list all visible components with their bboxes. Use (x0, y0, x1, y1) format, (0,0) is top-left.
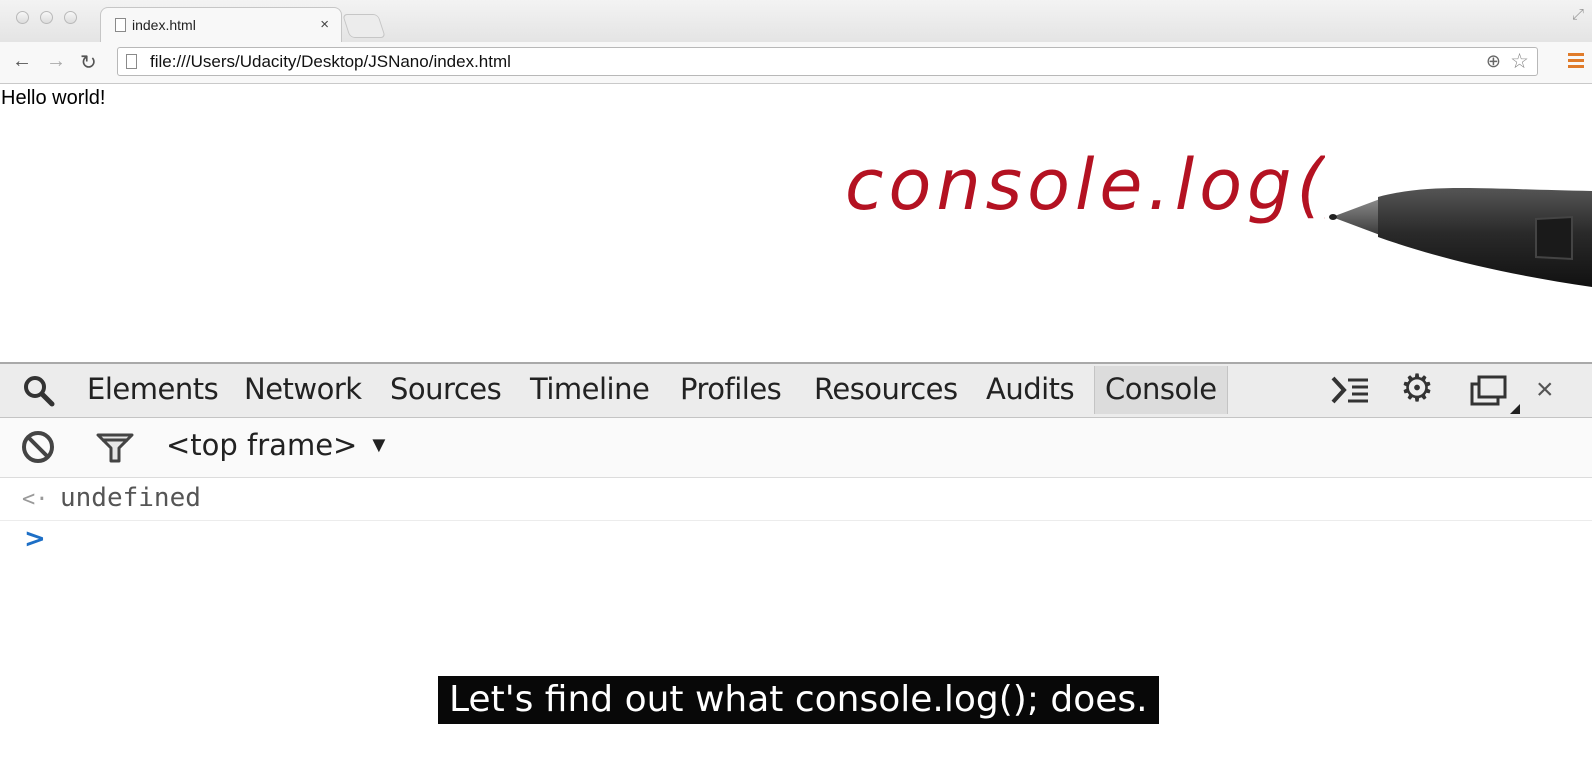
result-arrow-icon: <· (22, 487, 49, 512)
browser-toolbar: ← → ↻ file:///Users/Udacity/Desktop/JSNa… (0, 42, 1592, 84)
tab-audits[interactable]: Audits (986, 372, 1075, 406)
stylus-pen-image (1329, 188, 1592, 287)
tab-timeline[interactable]: Timeline (530, 372, 650, 406)
console-prompt[interactable]: > (24, 524, 46, 554)
browser-menu-icon[interactable] (1568, 53, 1584, 71)
back-button[interactable]: ← (12, 50, 32, 73)
browser-tab[interactable]: index.html × (100, 7, 342, 42)
page-body-text: Hello world! (1, 87, 106, 109)
minimize-window-button[interactable] (40, 11, 53, 24)
address-bar[interactable]: file:///Users/Udacity/Desktop/JSNano/ind… (117, 47, 1538, 76)
tab-resources[interactable]: Resources (814, 372, 958, 406)
new-tab-button[interactable] (342, 14, 386, 38)
handwritten-text: console.log(); (845, 144, 1325, 226)
gear-icon[interactable]: ⚙ (1400, 366, 1434, 411)
zoom-icon[interactable]: ⊕ (1486, 51, 1501, 72)
search-icon[interactable] (22, 374, 56, 408)
url-text[interactable]: file:///Users/Udacity/Desktop/JSNano/ind… (150, 52, 511, 72)
console-result-value: undefined (60, 483, 201, 513)
zoom-window-button[interactable] (64, 11, 77, 24)
document-icon (115, 18, 126, 32)
fullscreen-icon[interactable]: ⤢ (1572, 6, 1584, 23)
video-caption: Let's find out what console.log(); does. (438, 676, 1159, 724)
tab-sources[interactable]: Sources (390, 372, 502, 406)
tab-profiles[interactable]: Profiles (680, 372, 782, 406)
close-devtools-button[interactable]: × (1536, 373, 1554, 407)
tab-close-button[interactable]: × (320, 16, 329, 33)
close-window-button[interactable] (16, 11, 29, 24)
handwritten-annotation: console.log(); (845, 144, 1325, 226)
page-icon (126, 54, 137, 69)
bookmark-star-icon[interactable]: ☆ (1510, 49, 1529, 74)
console-message: <· undefined (0, 478, 1592, 521)
tab-title: index.html (132, 17, 196, 33)
clear-console-icon[interactable] (22, 431, 54, 463)
devtools-tab-bar: Elements Network Sources Timeline Profil… (0, 362, 1592, 418)
tab-console[interactable]: Console (1094, 366, 1228, 414)
frame-selector[interactable]: <top frame> (166, 428, 357, 462)
page-viewport: Hello world! console.log(); (0, 84, 1592, 362)
forward-button[interactable]: → (46, 50, 66, 73)
console-drawer-icon[interactable] (1330, 374, 1370, 406)
reload-button[interactable]: ↻ (80, 50, 97, 75)
chevron-down-icon[interactable]: ▼ (368, 432, 390, 458)
tab-strip: index.html × ⤢ (0, 0, 1592, 42)
tab-network[interactable]: Network (244, 372, 362, 406)
filter-icon[interactable] (96, 432, 134, 464)
console-toolbar: <top frame> ▼ (0, 418, 1592, 478)
dock-icon[interactable] (1470, 374, 1524, 416)
tab-elements[interactable]: Elements (87, 372, 219, 406)
